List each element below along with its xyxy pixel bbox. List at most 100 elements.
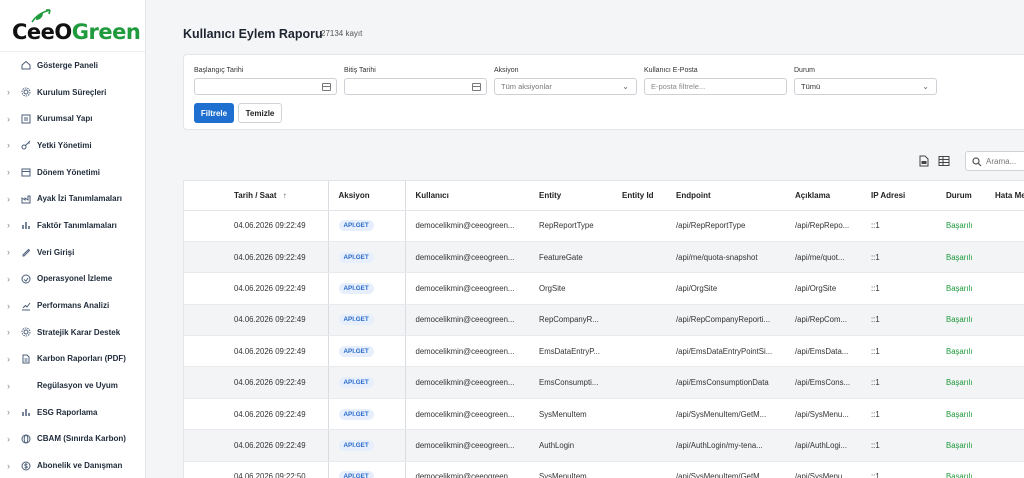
table-row[interactable]: 04.06.2026 09:22:49 API.GET democelikmin@c…	[184, 272, 1024, 305]
table-row[interactable]: 04.06.2026 09:22:49 API.GET democelikmin@c…	[184, 210, 1024, 242]
page-title: Kullanıcı Eylem Raporu	[183, 27, 323, 41]
table-cell: 04.06.2026 09:22:49	[184, 241, 329, 274]
table-cell: /api/SysMenuItem/GetM...	[666, 398, 785, 431]
table-cell: API.GET	[328, 398, 406, 431]
sidebar-item-label: Yetki Yönetimi	[37, 140, 92, 150]
table-row[interactable]: 04.06.2026 09:22:49 API.GET democelikmin@c…	[184, 304, 1024, 337]
sidebar-item-cbam-sınırda-karbon[interactable]: › CBAM (Sınırda Karbon)	[0, 426, 145, 453]
clear-button[interactable]: Temizle	[238, 103, 282, 123]
table-cell: Başarılı	[936, 429, 985, 462]
status-select[interactable]: Tümü ⌄	[794, 78, 937, 95]
table-row[interactable]: 04.06.2026 09:22:49 API.GET democelikmin@c…	[184, 366, 1024, 399]
table-cell: API.GET	[328, 461, 406, 478]
calendar-icon[interactable]	[472, 83, 481, 91]
sidebar-item-performans-analizi[interactable]: › Performans Analizi	[0, 292, 145, 319]
table-cell	[985, 210, 1024, 242]
sidebar-item-label: Dönem Yönetimi	[37, 167, 100, 177]
email-filter-input[interactable]: E-posta filtrele...	[644, 78, 787, 95]
column-header[interactable]: Endpoint	[666, 181, 785, 211]
table-row[interactable]: 04.06.2026 09:22:49 API.GET democelikmin@c…	[184, 241, 1024, 274]
action-select[interactable]: Tüm aksiyonlar ⌄	[494, 78, 637, 95]
end-date-input[interactable]	[344, 78, 487, 95]
table-cell	[612, 210, 666, 242]
table-cell: Başarılı	[936, 461, 985, 478]
sidebar-item-veri-girişi[interactable]: › Veri Girişi	[0, 239, 145, 266]
sidebar-item-karbon-raporları-pdf[interactable]: › Karbon Raporları (PDF)	[0, 346, 145, 373]
sidebar-item-gösterge-paneli[interactable]: Gösterge Paneli	[0, 52, 145, 79]
table-cell: RepReportType	[529, 210, 612, 242]
sidebar-item-yetki-yönetimi[interactable]: › Yetki Yönetimi	[0, 132, 145, 159]
column-header[interactable]: Aksiyon	[328, 181, 406, 211]
table-row[interactable]: 04.06.2026 09:22:49 API.GET democelikmin@c…	[184, 398, 1024, 431]
table-cell: API.GET	[328, 429, 406, 462]
sidebar-item-stratejik-karar-destek[interactable]: › Stratejik Karar Destek	[0, 319, 145, 346]
home-icon	[21, 61, 31, 70]
table-cell: 04.06.2026 09:22:49	[184, 429, 329, 462]
sort-asc-icon[interactable]: ↑	[283, 191, 287, 200]
column-header[interactable]: Entity Id	[612, 181, 666, 211]
sidebar-item-operasyonel-i-zleme[interactable]: › Operasyonel İzleme	[0, 266, 145, 293]
table-row[interactable]: 04.06.2026 09:22:49 API.GET democelikmin@c…	[184, 335, 1024, 368]
table-cell	[612, 461, 666, 478]
sidebar: CeeOGreen Gösterge Paneli › Kurulum Süreçl…	[0, 0, 146, 478]
brand-logo[interactable]: CeeOGreen	[0, 0, 145, 52]
sidebar-item-regülasyon-ve-uyum[interactable]: › Regülasyon ve Uyum	[0, 372, 145, 399]
table-cell: democelikmin@ceeogreen...	[405, 398, 529, 431]
column-header[interactable]: Durum	[936, 181, 985, 211]
filter-button[interactable]: Filtrele	[194, 103, 234, 123]
table-cell	[612, 241, 666, 274]
table-cell	[612, 272, 666, 305]
table-cell: SysMenuItem	[529, 398, 612, 431]
sidebar-item-ayak-i-zi-tanımlamaları[interactable]: › Ayak İzi Tanımlamaları	[0, 185, 145, 212]
search-input[interactable]: Arama...	[965, 151, 1024, 171]
sidebar-item-esg-raporlama[interactable]: › ESG Raporlama	[0, 399, 145, 426]
sidebar-item-label: Ayak İzi Tanımlamaları	[37, 194, 122, 204]
column-header[interactable]: Tarih / Saat ↑	[184, 181, 329, 211]
start-date-input[interactable]	[194, 78, 337, 95]
sidebar-item-label: Gösterge Paneli	[37, 60, 98, 70]
table-cell: /api/EmsCons...	[785, 366, 861, 399]
calendar-icon[interactable]	[322, 83, 331, 91]
table-cell: EmsDataEntryP...	[529, 335, 612, 368]
gear-icon	[21, 87, 31, 97]
key-icon	[21, 141, 31, 150]
table-cell: /api/AuthLogi...	[785, 429, 861, 462]
sidebar-item-label: ESG Raporlama	[37, 407, 98, 417]
column-header[interactable]: Açıklama	[785, 181, 861, 211]
chevron-right-icon: ›	[7, 220, 10, 231]
column-header[interactable]: Entity	[529, 181, 612, 211]
sidebar-item-label: CBAM (Sınırda Karbon)	[37, 434, 126, 444]
action-badge: API.GET	[338, 408, 374, 420]
column-header[interactable]: Kullanıcı	[405, 181, 529, 211]
table-cell: democelikmin@ceeogreen...	[405, 241, 529, 274]
chevron-right-icon: ›	[7, 460, 10, 471]
table-cell: RepCompanyR...	[529, 304, 612, 337]
table-cell: API.GET	[328, 335, 406, 368]
action-badge: API.GET	[338, 345, 374, 357]
table-cell	[985, 241, 1024, 274]
column-header[interactable]: Hata Mesajı	[985, 181, 1024, 211]
start-date-label: Başlangıç Tarihi	[194, 67, 244, 74]
sidebar-item-kurulum-süreçleri[interactable]: › Kurulum Süreçleri	[0, 79, 145, 106]
table-cell: SysMenuItem	[529, 461, 612, 478]
table-row[interactable]: 04.06.2026 09:22:49 API.GET democelikmin@c…	[184, 429, 1024, 462]
sidebar-item-faktör-tanımlamaları[interactable]: › Faktör Tanımlamaları	[0, 212, 145, 239]
pdf-export-icon[interactable]	[918, 155, 930, 167]
sidebar-item-label: Veri Girişi	[37, 247, 75, 257]
table-cell: democelikmin@ceeogreen...	[405, 304, 529, 337]
table-cell	[612, 398, 666, 431]
table-cell: 04.06.2026 09:22:49	[184, 335, 329, 368]
excel-export-icon[interactable]	[938, 155, 950, 167]
table-row[interactable]: 04.06.2026 09:22:50 API.GET democelikmin@c…	[184, 461, 1024, 478]
sidebar-item-dönem-yönetimi[interactable]: › Dönem Yönetimi	[0, 159, 145, 186]
document-icon	[22, 354, 30, 364]
chevron-right-icon: ›	[7, 300, 10, 311]
table-cell: ::1	[861, 272, 936, 305]
table-cell: /api/AuthLogin/my-tena...	[666, 429, 785, 462]
table-cell: /api/SysMenu...	[785, 461, 861, 478]
table-body: 04.06.2026 09:22:49 API.GET democelikmin@c…	[184, 210, 1024, 478]
end-date-label: Bitiş Tarihi	[344, 67, 376, 74]
sidebar-item-abonelik-ve-danışman[interactable]: › Abonelik ve Danışman	[0, 452, 145, 478]
sidebar-item-kurumsal-yapı[interactable]: › Kurumsal Yapı	[0, 105, 145, 132]
column-header[interactable]: IP Adresi	[861, 181, 936, 211]
